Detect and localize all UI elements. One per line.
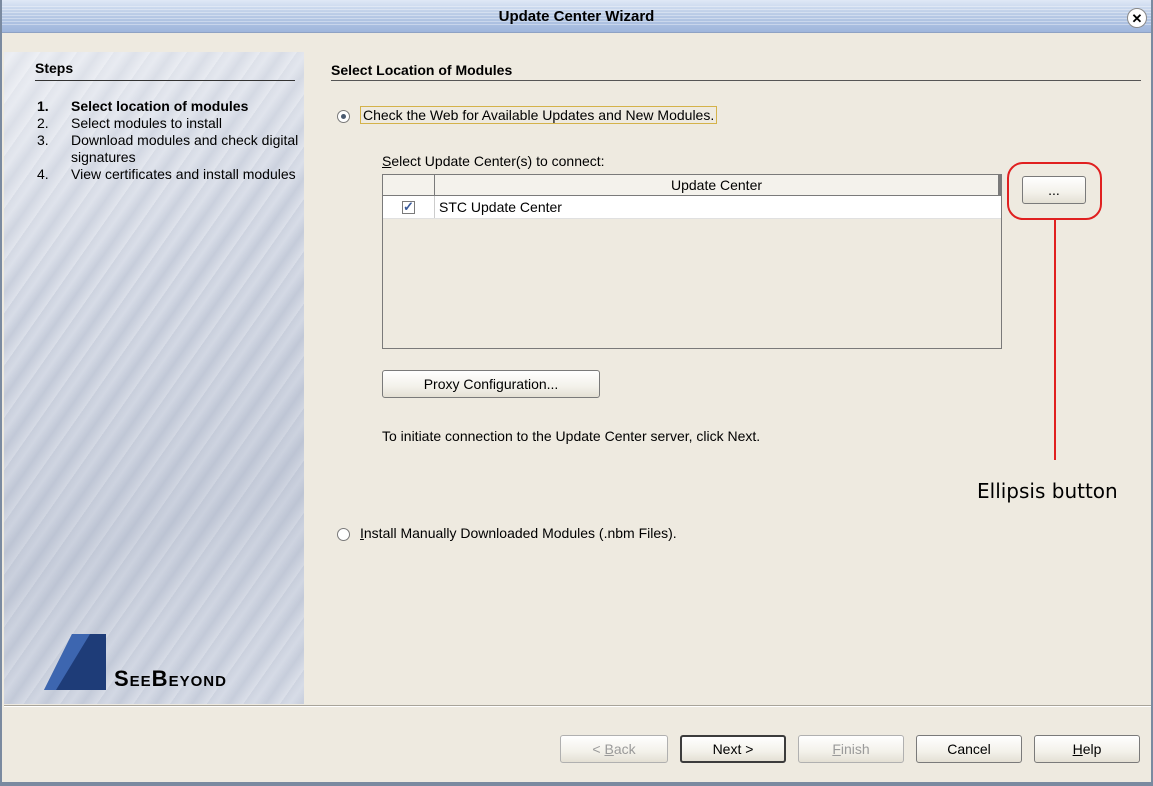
- table-cell-checkbox: [383, 196, 435, 218]
- web-updates-radio[interactable]: [337, 110, 350, 123]
- help-button-label: Help: [1072, 741, 1102, 757]
- mnemonic-s: S: [382, 153, 392, 169]
- cancel-button[interactable]: Cancel: [916, 735, 1022, 763]
- web-updates-label[interactable]: Check the Web for Available Updates and …: [360, 106, 718, 124]
- update-center-column-header[interactable]: Update Center: [435, 175, 1001, 195]
- page-title: Select Location of Modules: [331, 62, 513, 78]
- back-button[interactable]: < Back: [560, 735, 668, 763]
- stc-update-center-checkbox[interactable]: [402, 199, 415, 215]
- steps-divider: [35, 80, 295, 81]
- steps-header: Steps: [35, 60, 74, 76]
- logo-text: SeeBeyond: [114, 666, 227, 691]
- step-label: Select location of modules: [71, 98, 249, 114]
- step-item-3: 3. Download modules and check digital si…: [37, 132, 299, 166]
- select-update-center-label: Select Update Center(s) to connect:: [382, 153, 605, 169]
- next-button[interactable]: Next >: [680, 735, 786, 763]
- window-bottom-edge: [2, 782, 1153, 786]
- select-update-center-text: elect Update Center(s) to connect:: [391, 153, 605, 169]
- table-row[interactable]: STC Update Center: [383, 196, 1001, 219]
- back-button-label: < Back: [592, 741, 636, 757]
- steps-list: 1. Select location of modules 2. Select …: [37, 98, 299, 183]
- steps-sidebar: Steps 1. Select location of modules 2. S…: [4, 52, 304, 704]
- finish-button-label: Finish: [832, 741, 870, 757]
- step-label: Download modules and check digital signa…: [71, 132, 299, 165]
- step-label: Select modules to install: [71, 115, 222, 131]
- step-number: 1.: [37, 98, 49, 114]
- step-item-2: 2. Select modules to install: [37, 115, 299, 132]
- ellipsis-annotation-circle: [1007, 162, 1102, 220]
- step-item-4: 4. View certificates and install modules: [37, 166, 299, 183]
- window-title: Update Center Wizard: [498, 8, 655, 25]
- annotation-label: Ellipsis button: [977, 479, 1118, 503]
- help-button[interactable]: Help: [1034, 735, 1140, 763]
- close-icon: ✕: [1131, 10, 1143, 26]
- annotation-callout-line: [1054, 220, 1056, 460]
- manual-install-text: nstall Manually Downloaded Modules (.nbm…: [363, 525, 677, 541]
- checkbox-column-header[interactable]: [383, 175, 435, 195]
- proxy-configuration-button[interactable]: Proxy Configuration...: [382, 370, 600, 398]
- step-number: 2.: [37, 115, 49, 131]
- update-center-table[interactable]: Update Center STC Update Center: [382, 174, 1002, 349]
- footer-divider-highlight: [4, 706, 1151, 707]
- step-label: View certificates and install modules: [71, 166, 296, 182]
- manual-install-radio[interactable]: [337, 528, 350, 541]
- step-item-1: 1. Select location of modules: [37, 98, 299, 115]
- seebeyond-logo: SeeBeyond: [42, 632, 282, 692]
- close-button[interactable]: ✕: [1127, 8, 1147, 28]
- step-number: 3.: [37, 132, 49, 148]
- update-center-wizard-window: Update Center Wizard ✕ Steps 1. Select l…: [0, 0, 1153, 786]
- step-number: 4.: [37, 166, 49, 182]
- title-bar[interactable]: Update Center Wizard ✕: [2, 0, 1151, 33]
- connection-hint: To initiate connection to the Update Cen…: [382, 428, 761, 444]
- seebeyond-logo-mark: [44, 634, 106, 690]
- table-header: Update Center: [383, 175, 1001, 196]
- manual-install-label[interactable]: Install Manually Downloaded Modules (.nb…: [360, 525, 677, 541]
- table-cell-name: STC Update Center: [439, 199, 562, 215]
- finish-button[interactable]: Finish: [798, 735, 904, 763]
- page-title-divider: [331, 80, 1141, 81]
